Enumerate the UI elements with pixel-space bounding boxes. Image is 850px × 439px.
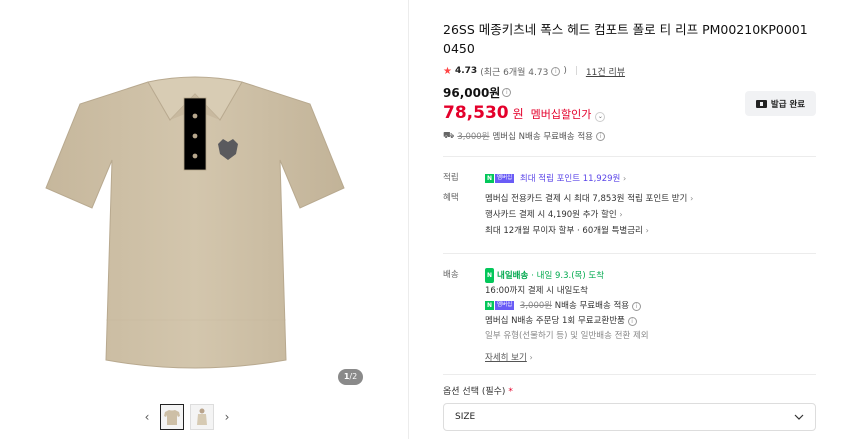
perks-section: 혜택 멤버십 전용카드 결제 시 최대 7,853원 적립 포인트 받기 › 행…: [443, 191, 818, 239]
thumb-prev-arrow[interactable]: ‹: [140, 404, 154, 430]
points-section: 적립 N 멤버십 최대 적립 포인트 11,929원 ›: [443, 171, 818, 187]
chevron-down-icon[interactable]: ⌄: [595, 112, 606, 122]
shipping-text: 멤버십 N배송 무료배송 적용: [492, 132, 593, 142]
coupon-button-label: 발급 완료: [770, 99, 806, 110]
section-divider: [443, 156, 816, 157]
required-mark: *: [508, 387, 513, 397]
exchange-info-icon[interactable]: i: [627, 317, 637, 326]
thumbnail-model-image: [197, 408, 207, 425]
shipping-info-icon[interactable]: i: [595, 131, 605, 141]
thumb-next-arrow[interactable]: ›: [220, 404, 234, 430]
chevron-right-icon: ›: [619, 210, 623, 219]
chevron-right-icon: ›: [645, 226, 649, 235]
truck-icon: ⛟: [443, 130, 455, 141]
option-label: 옵션 선택 (필수) *: [443, 387, 513, 397]
product-gallery: 1/2 ‹ ›: [0, 0, 408, 439]
delivery-section: 배송 N 내일배송 · 내일 9.3.(목) 도착 16:00까지 결제 시 내…: [443, 268, 818, 366]
image-counter-total: /2: [349, 372, 358, 381]
delivery-exception: 일부 유형(선물하기 등) 및 일반배송 전환 제외: [485, 331, 649, 341]
main-product-image[interactable]: [20, 20, 370, 390]
rating-row: ★ 4.73 (최근 6개월 4.73 i) | 11건 리뷰: [443, 64, 818, 78]
delivery-fee-strike: 3,000원: [519, 301, 553, 311]
chevron-right-icon: ›: [529, 353, 533, 362]
delivery-cutoff: 16:00까지 결제 시 내일도착: [485, 286, 588, 296]
npay-membership-badge: N 멤버십: [485, 301, 515, 310]
rating-recent-close: ): [563, 66, 567, 76]
tomorrow-delivery-badge: N 내일배송: [485, 268, 531, 283]
shipping-row: ⛟ 3,000원 멤버십 N배송 무료배송 적용 i: [443, 130, 818, 142]
free-shipping-text: N배송 무료배송 적용: [554, 301, 630, 311]
shipping-fee-strike: 3,000원: [457, 132, 490, 142]
delivery-info-icon[interactable]: i: [631, 302, 641, 311]
sale-price: 78,530: [443, 103, 509, 123]
max-points-link[interactable]: 최대 적립 포인트 11,929원: [520, 174, 620, 184]
original-price: 96,000원: [443, 86, 501, 100]
thumbnail-shirt-image: [164, 410, 180, 425]
option-divider: [443, 374, 816, 375]
product-title: 26SS 메종키츠네 폭스 헤드 컴포트 폴로 티 리프 PM00210KP00…: [443, 22, 808, 56]
coupon-issued-button[interactable]: 발급 완료: [745, 91, 816, 116]
truck-badge-icon: N: [485, 268, 495, 283]
polo-shirt-image: [45, 76, 345, 369]
image-counter: 1/2: [338, 369, 363, 385]
delivery-label: 배송: [443, 270, 459, 280]
coupon-icon: [755, 99, 767, 108]
thumbnail-1[interactable]: [160, 404, 184, 430]
npay-membership-badge: N 멤버십: [485, 174, 515, 183]
vertical-divider: [408, 0, 409, 439]
details-link[interactable]: 자세히 보기: [485, 353, 527, 363]
chevron-down-icon: [794, 414, 804, 420]
chevron-right-icon: ›: [623, 174, 627, 183]
star-icon: ★: [443, 65, 452, 77]
review-count-link[interactable]: 11건 리뷰: [586, 65, 625, 78]
perk-item[interactable]: 멤버십 전용카드 결제 시 최대 7,853원 적립 포인트 받기 ›: [485, 191, 693, 207]
membership-price-label: 멤버십할인가: [530, 108, 592, 121]
section-divider: [443, 253, 816, 254]
size-select-value: SIZE: [455, 412, 476, 422]
perk-item[interactable]: 행사카드 결제 시 4,190원 추가 할인 ›: [485, 207, 693, 223]
thumbnail-strip: ‹ ›: [140, 404, 234, 430]
perk-item[interactable]: 최대 12개월 무이자 할부 · 60개월 특별금리 ›: [485, 223, 693, 239]
product-info-panel: 26SS 메종키츠네 폭스 헤드 컴포트 폴로 티 리프 PM00210KP00…: [443, 20, 818, 366]
chevron-right-icon: ›: [690, 194, 694, 203]
price-info-icon[interactable]: i: [502, 88, 512, 97]
free-exchange-text: 멤버십 N배송 주문당 1회 무료교환반품: [485, 316, 625, 326]
delivery-eta: · 내일 9.3.(목) 도착: [531, 271, 605, 281]
separator: |: [574, 66, 578, 76]
rating-recent: (최근 6개월 4.73: [480, 67, 549, 78]
size-select[interactable]: SIZE: [443, 403, 816, 431]
thumbnail-2[interactable]: [190, 404, 214, 430]
info-icon[interactable]: i: [551, 66, 561, 76]
rating-score: 4.73: [454, 66, 478, 76]
sale-price-unit: 원: [512, 107, 524, 121]
points-label: 적립: [443, 173, 459, 183]
perks-label: 혜택: [443, 193, 459, 203]
